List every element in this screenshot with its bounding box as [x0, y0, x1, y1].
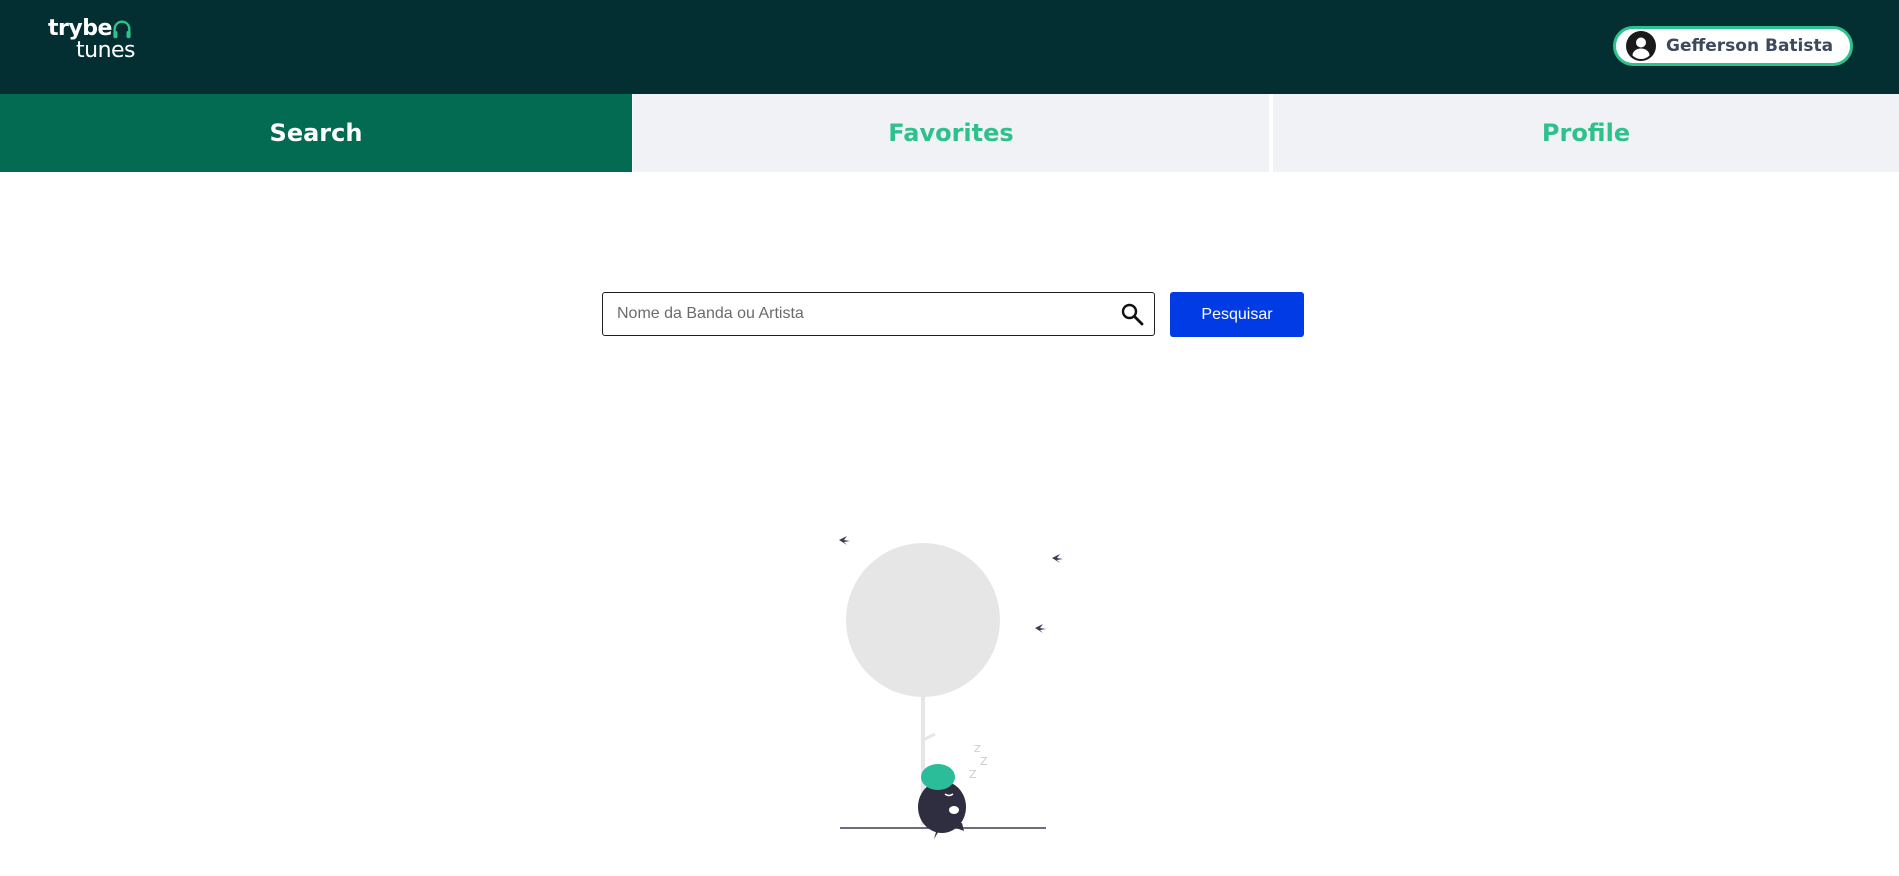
headphones-icon: [113, 20, 131, 39]
user-profile-pill[interactable]: Gefferson Batista: [1613, 26, 1853, 66]
logo-text-tunes: tunes: [76, 38, 136, 63]
nav-tabs: Search Favorites Profile: [0, 94, 1899, 172]
bird-icon: [839, 536, 850, 545]
user-name: Gefferson Batista: [1666, 36, 1834, 56]
trybe-tunes-logo: trybe tunes: [48, 16, 158, 64]
search-input[interactable]: [617, 293, 1097, 334]
sleeping-under-tree-illustration: Z Z Z: [839, 536, 1063, 839]
sleep-z: Z: [974, 744, 981, 755]
tree-crown: [846, 543, 1000, 697]
character-hat: [921, 764, 955, 790]
app-header: trybe tunes Gefferson Batista: [0, 0, 1899, 94]
tab-profile[interactable]: Profile: [1273, 94, 1899, 172]
bird-icon: [1035, 624, 1046, 633]
sleep-z: Z: [980, 755, 988, 768]
search-icon[interactable]: [1120, 302, 1144, 326]
search-field: [602, 292, 1155, 336]
bird-icon: [1052, 554, 1063, 563]
tab-favorites[interactable]: Favorites: [633, 94, 1269, 172]
search-button[interactable]: Pesquisar: [1170, 292, 1304, 337]
tab-search[interactable]: Search: [0, 94, 632, 172]
user-avatar-icon: [1626, 31, 1656, 61]
sleep-z: Z: [969, 768, 977, 781]
